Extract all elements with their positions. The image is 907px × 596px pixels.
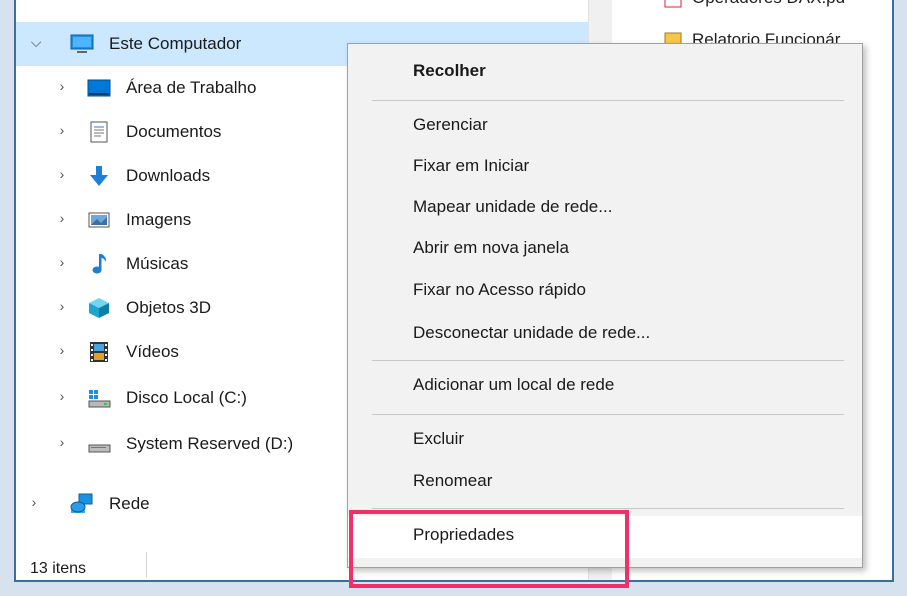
chevron-right-icon[interactable]: ›	[54, 298, 70, 314]
nav-label: Rede	[109, 494, 150, 513]
download-arrow-icon	[90, 166, 108, 186]
menu-item-label: Abrir em nova janela	[413, 238, 569, 257]
nav-label: Músicas	[126, 254, 189, 273]
status-item-count: 13 itens	[30, 560, 87, 577]
windows-drive-icon	[88, 390, 111, 408]
cube-3d-icon	[89, 298, 109, 318]
menu-separator	[372, 100, 844, 101]
drive-icon	[88, 444, 111, 453]
menu-item-label: Recolher	[413, 61, 486, 80]
menu-separator	[372, 360, 844, 361]
music-note-icon	[92, 254, 107, 274]
nav-label: Vídeos	[126, 342, 179, 361]
chevron-right-icon[interactable]: ›	[54, 78, 70, 94]
desktop-icon	[87, 79, 111, 97]
chevron-right-icon[interactable]: ›	[26, 494, 42, 510]
menu-item-excluir[interactable]: Excluir	[348, 420, 862, 462]
menu-item-label: Desconectar unidade de rede...	[413, 323, 651, 342]
menu-item-label: Mapear unidade de rede...	[413, 197, 613, 216]
pictures-icon	[88, 212, 110, 228]
menu-item-label: Renomear	[413, 471, 493, 490]
menu-separator	[372, 508, 844, 509]
menu-item-fixar-em-iniciar[interactable]: Fixar em Iniciar	[348, 147, 862, 189]
context-menu: Recolher Gerenciar Fixar em Iniciar Mape…	[347, 43, 863, 568]
nav-label: Documentos	[126, 122, 222, 141]
chevron-right-icon[interactable]: ›	[54, 342, 70, 358]
menu-item-label: Fixar no Acesso rápido	[413, 280, 586, 299]
chevron-down-icon[interactable]: ⌵	[28, 34, 44, 50]
menu-separator	[372, 414, 844, 415]
computer-icon	[70, 34, 94, 53]
menu-item-adicionar-local-rede[interactable]: Adicionar um local de rede	[348, 366, 862, 408]
nav-label: System Reserved (D:)	[126, 434, 294, 453]
menu-item-renomear[interactable]: Renomear	[348, 462, 862, 504]
menu-item-abrir-nova-janela[interactable]: Abrir em nova janela	[348, 229, 862, 271]
pdf-file-icon	[664, 0, 682, 8]
menu-item-propriedades[interactable]: Propriedades	[348, 516, 862, 558]
nav-label: Este Computador	[109, 34, 242, 53]
documents-icon	[90, 121, 108, 143]
nav-label: Objetos 3D	[126, 298, 212, 317]
menu-item-label: Gerenciar	[413, 115, 488, 134]
nav-label: Downloads	[126, 166, 211, 185]
menu-item-label: Adicionar um local de rede	[413, 375, 615, 394]
menu-item-recolher[interactable]: Recolher	[348, 52, 862, 94]
chevron-right-icon[interactable]: ›	[54, 434, 70, 450]
menu-item-mapear-unidade[interactable]: Mapear unidade de rede...	[348, 188, 862, 230]
menu-item-label: Fixar em Iniciar	[413, 156, 530, 175]
network-icon	[70, 493, 93, 513]
menu-item-label: Propriedades	[413, 525, 515, 544]
menu-item-fixar-acesso-rapido[interactable]: Fixar no Acesso rápido	[348, 271, 862, 313]
chevron-right-icon[interactable]: ›	[54, 210, 70, 226]
file-item[interactable]: Operadores DAX.pd	[692, 0, 845, 8]
nav-label: Imagens	[126, 210, 192, 229]
nav-label: Disco Local (C:)	[126, 388, 247, 407]
chevron-right-icon[interactable]: ›	[54, 122, 70, 138]
chevron-right-icon[interactable]: ›	[54, 254, 70, 270]
film-icon	[90, 342, 108, 362]
menu-item-label: Excluir	[413, 429, 465, 448]
chevron-right-icon[interactable]: ›	[54, 388, 70, 404]
status-divider	[146, 552, 147, 578]
chevron-right-icon[interactable]: ›	[54, 166, 70, 182]
menu-item-desconectar-unidade[interactable]: Desconectar unidade de rede...	[348, 314, 862, 356]
nav-label: Área de Trabalho	[126, 78, 257, 97]
menu-item-gerenciar[interactable]: Gerenciar	[348, 106, 862, 148]
